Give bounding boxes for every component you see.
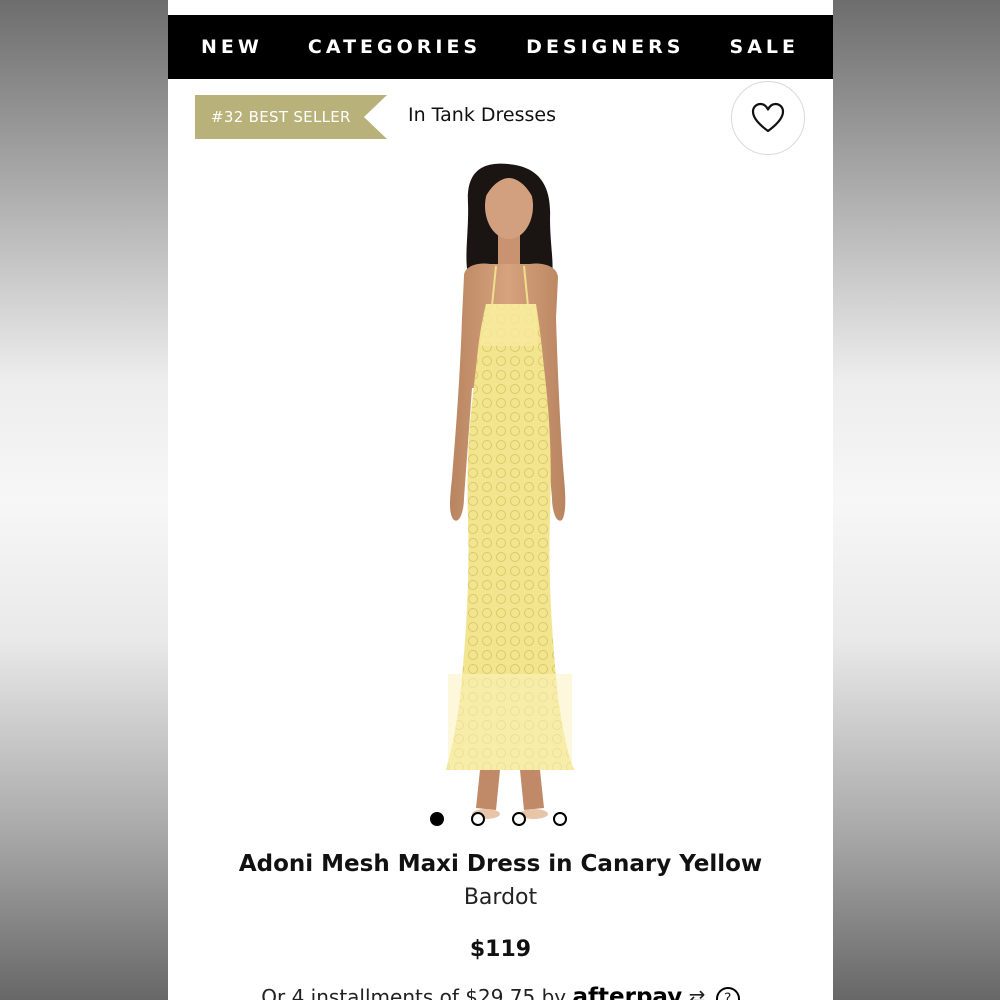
info-icon[interactable]: ? [715,986,740,1000]
afterpay-logo-icon: afterpay [572,984,683,1000]
nav-designers[interactable]: DESIGNERS [526,36,684,58]
mobile-page: NEW CATEGORIES DESIGNERS SALE #32 BEST S… [168,0,833,1000]
gallery-pagination [430,812,567,826]
nav-new[interactable]: NEW [201,36,263,58]
nav-sale[interactable]: SALE [730,36,799,58]
top-navigation: NEW CATEGORIES DESIGNERS SALE [168,15,833,79]
gallery-dot-4[interactable] [553,812,567,826]
product-title: Adoni Mesh Maxi Dress in Canary Yellow [238,851,763,877]
nav-categories[interactable]: CATEGORIES [308,36,481,58]
gallery-dot-2[interactable] [471,812,485,826]
wishlist-button[interactable] [731,81,805,155]
best-seller-category[interactable]: In Tank Dresses [408,104,556,126]
product-brand[interactable]: Bardot [168,885,833,910]
best-seller-badge: #32 BEST SELLER [195,95,387,139]
heart-icon [751,102,785,133]
installments-text: Or 4 installments of $29.75 by [261,985,567,1000]
product-image[interactable] [368,158,628,838]
gallery-dot-1[interactable] [430,812,444,826]
gallery-dot-3[interactable] [512,812,526,826]
product-price: $119 [469,937,532,962]
afterpay-arrows-icon: ⇄ [688,985,706,1000]
installments-info: Or 4 installments of $29.75 by afterpay … [168,984,833,1000]
best-seller-label: #32 BEST SELLER [211,108,351,126]
